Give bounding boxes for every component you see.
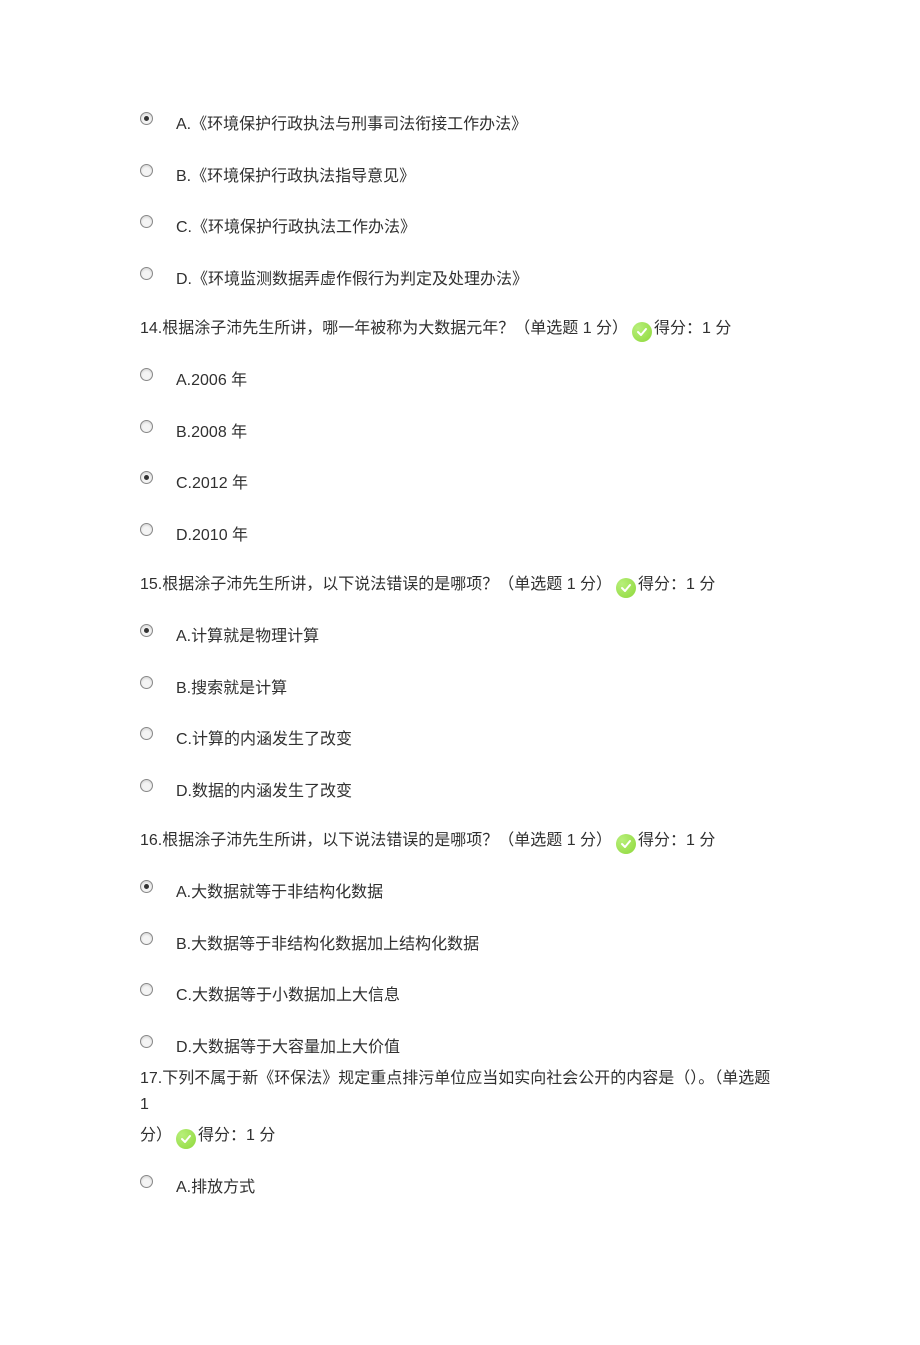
option-row[interactable]: A.《环境保护行政执法与刑事司法衔接工作办法》 xyxy=(140,110,780,138)
score-text: 得分：1 分 xyxy=(654,316,731,342)
option-row[interactable]: D.2010 年 xyxy=(140,521,780,549)
question-stem-line: 17.下列不属于新《环保法》规定重点排污单位应当如实向社会公开的内容是（）。（单… xyxy=(140,1066,780,1117)
question-14: 14.根据涂子沛先生所讲，哪一年被称为大数据元年？（单选题 1 分） 得分：1 … xyxy=(140,316,780,548)
radio-selected-icon[interactable] xyxy=(140,880,153,893)
option-label: A.2006 年 xyxy=(176,366,247,394)
check-correct-icon xyxy=(616,834,636,854)
option-label: D.2010 年 xyxy=(176,521,248,549)
option-label: D.大数据等于大容量加上大价值 xyxy=(176,1033,400,1061)
option-label: A.计算就是物理计算 xyxy=(176,622,319,650)
option-row[interactable]: D.《环境监测数据弄虚作假行为判定及处理办法》 xyxy=(140,265,780,293)
option-label: A.排放方式 xyxy=(176,1173,255,1201)
radio-wrap xyxy=(140,213,176,228)
question-stem: 17.下列不属于新《环保法》规定重点排污单位应当如实向社会公开的内容是（）。（单… xyxy=(140,1066,780,1117)
option-row[interactable]: B.大数据等于非结构化数据加上结构化数据 xyxy=(140,930,780,958)
option-row[interactable]: C.《环境保护行政执法工作办法》 xyxy=(140,213,780,241)
radio-unselected-icon[interactable] xyxy=(140,676,153,689)
radio-unselected-icon[interactable] xyxy=(140,983,153,996)
radio-unselected-icon[interactable] xyxy=(140,420,153,433)
option-label: B.《环境保护行政执法指导意见》 xyxy=(176,162,415,190)
question-13-options: A.《环境保护行政执法与刑事司法衔接工作办法》 B.《环境保护行政执法指导意见》… xyxy=(140,110,780,292)
option-label: B.2008 年 xyxy=(176,418,247,446)
option-row[interactable]: C.大数据等于小数据加上大信息 xyxy=(140,981,780,1009)
option-label: C.2012 年 xyxy=(176,469,248,497)
option-row[interactable]: A.计算就是物理计算 xyxy=(140,622,780,650)
check-correct-icon xyxy=(616,578,636,598)
question-stem-line-2: 分） 得分：1 分 xyxy=(140,1123,780,1149)
option-row[interactable]: C.2012 年 xyxy=(140,469,780,497)
question-stem-line: 15.根据涂子沛先生所讲，以下说法错误的是哪项？（单选题 1 分） 得分：1 分 xyxy=(140,572,780,598)
check-correct-icon xyxy=(632,322,652,342)
option-label: D.数据的内涵发生了改变 xyxy=(176,777,352,805)
option-row[interactable]: D.大数据等于大容量加上大价值 xyxy=(140,1033,780,1061)
score-text: 得分：1 分 xyxy=(198,1123,275,1149)
question-stem-tail: 分） xyxy=(140,1123,172,1149)
option-label: C.大数据等于小数据加上大信息 xyxy=(176,981,400,1009)
option-row[interactable]: B.2008 年 xyxy=(140,418,780,446)
radio-unselected-icon[interactable] xyxy=(140,368,153,381)
radio-unselected-icon[interactable] xyxy=(140,523,153,536)
radio-unselected-icon[interactable] xyxy=(140,215,153,228)
option-row[interactable]: D.数据的内涵发生了改变 xyxy=(140,777,780,805)
option-label: B.大数据等于非结构化数据加上结构化数据 xyxy=(176,930,479,958)
option-label: B.搜索就是计算 xyxy=(176,674,287,702)
option-row[interactable]: C.计算的内涵发生了改变 xyxy=(140,725,780,753)
question-stem-line: 16.根据涂子沛先生所讲，以下说法错误的是哪项？（单选题 1 分） 得分：1 分 xyxy=(140,828,780,854)
option-row[interactable]: B.搜索就是计算 xyxy=(140,674,780,702)
check-correct-icon xyxy=(176,1129,196,1149)
radio-unselected-icon[interactable] xyxy=(140,1175,153,1188)
option-row[interactable]: A.大数据就等于非结构化数据 xyxy=(140,878,780,906)
question-stem: 15.根据涂子沛先生所讲，以下说法错误的是哪项？（单选题 1 分） xyxy=(140,572,612,598)
option-row[interactable]: B.《环境保护行政执法指导意见》 xyxy=(140,162,780,190)
radio-wrap xyxy=(140,265,176,280)
option-row[interactable]: A.2006 年 xyxy=(140,366,780,394)
radio-selected-icon[interactable] xyxy=(140,624,153,637)
option-label: D.《环境监测数据弄虚作假行为判定及处理办法》 xyxy=(176,265,528,293)
option-label: A.《环境保护行政执法与刑事司法衔接工作办法》 xyxy=(176,110,527,138)
radio-unselected-icon[interactable] xyxy=(140,164,153,177)
score-text: 得分：1 分 xyxy=(638,572,715,598)
question-stem: 16.根据涂子沛先生所讲，以下说法错误的是哪项？（单选题 1 分） xyxy=(140,828,612,854)
score-text: 得分：1 分 xyxy=(638,828,715,854)
option-label: C.《环境保护行政执法工作办法》 xyxy=(176,213,416,241)
radio-wrap xyxy=(140,110,176,125)
option-label: C.计算的内涵发生了改变 xyxy=(176,725,352,753)
radio-selected-icon[interactable] xyxy=(140,112,153,125)
radio-unselected-icon[interactable] xyxy=(140,779,153,792)
question-15: 15.根据涂子沛先生所讲，以下说法错误的是哪项？（单选题 1 分） 得分：1 分… xyxy=(140,572,780,804)
question-stem: 14.根据涂子沛先生所讲，哪一年被称为大数据元年？（单选题 1 分） xyxy=(140,316,628,342)
option-label: A.大数据就等于非结构化数据 xyxy=(176,878,383,906)
question-stem-line: 14.根据涂子沛先生所讲，哪一年被称为大数据元年？（单选题 1 分） 得分：1 … xyxy=(140,316,780,342)
radio-unselected-icon[interactable] xyxy=(140,932,153,945)
radio-unselected-icon[interactable] xyxy=(140,727,153,740)
question-16: 16.根据涂子沛先生所讲，以下说法错误的是哪项？（单选题 1 分） 得分：1 分… xyxy=(140,828,780,1060)
radio-wrap xyxy=(140,162,176,177)
radio-selected-icon[interactable] xyxy=(140,471,153,484)
question-17: 17.下列不属于新《环保法》规定重点排污单位应当如实向社会公开的内容是（）。（单… xyxy=(140,1066,780,1200)
radio-unselected-icon[interactable] xyxy=(140,267,153,280)
option-row[interactable]: A.排放方式 xyxy=(140,1173,780,1201)
radio-unselected-icon[interactable] xyxy=(140,1035,153,1048)
